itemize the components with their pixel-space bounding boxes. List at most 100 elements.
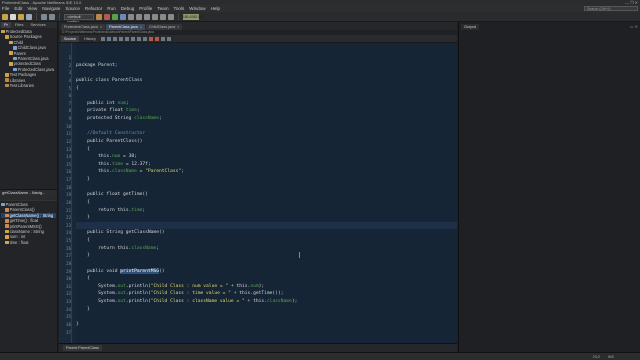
toggle-highlight-icon[interactable] [130, 36, 135, 41]
line-number[interactable]: 33 [59, 298, 71, 306]
code-line[interactable]: 22 } [66, 214, 457, 222]
menu-edit[interactable]: Edit [14, 6, 22, 11]
back-icon[interactable] [106, 36, 111, 41]
line-number[interactable]: 34 [59, 306, 71, 314]
tab-services[interactable]: Services [27, 22, 48, 28]
new-file-icon[interactable] [10, 13, 16, 20]
tab-output[interactable]: Output [461, 24, 480, 30]
line-number[interactable]: 31 [59, 283, 71, 291]
debug-icon[interactable] [120, 13, 126, 20]
line-number[interactable]: 1 [59, 54, 71, 62]
run-icon[interactable] [112, 13, 118, 20]
line-number[interactable]: 28 [59, 260, 71, 268]
continue-icon[interactable] [160, 13, 166, 20]
line-number[interactable]: 5 [59, 85, 71, 93]
line-number[interactable]: 2 [59, 62, 71, 70]
menu-file[interactable]: File [2, 6, 9, 11]
code-line[interactable]: 29 public void printParentMSG() [66, 268, 457, 276]
last-edit-icon[interactable] [100, 36, 105, 41]
menu-navigate[interactable]: Navigate [42, 6, 60, 11]
code-line[interactable]: 33 System.out.println("Child Class : cla… [66, 298, 457, 306]
code-area[interactable]: 1 2 package Parent; 3 4 public class ParentCl… [66, 54, 457, 336]
search-input[interactable]: Search (Ctrl+I) [584, 6, 638, 11]
code-line[interactable]: 3 [69, 69, 457, 77]
tab-history[interactable]: History [81, 36, 99, 42]
code-line[interactable]: 28 [66, 260, 457, 268]
line-number[interactable]: 21 [59, 207, 71, 215]
line-number[interactable]: 16 [59, 168, 71, 176]
line-number[interactable]: 27 [59, 252, 71, 260]
menu-help[interactable]: Help [211, 6, 220, 11]
line-number[interactable]: 29 [59, 268, 71, 276]
line-number[interactable]: 12 [59, 138, 71, 146]
memory-indicator[interactable]: 185.4/363.0MB [183, 13, 205, 20]
line-number[interactable]: 11 [59, 130, 71, 138]
menu-view[interactable]: View [27, 6, 37, 11]
clean-build-icon[interactable] [104, 13, 110, 20]
line-number[interactable]: 18 [59, 184, 71, 192]
menu-tools[interactable]: Tools [174, 6, 185, 11]
code-line[interactable]: 26 return this.className; [66, 245, 457, 253]
pause-icon[interactable] [152, 13, 158, 20]
menu-source[interactable]: Source [65, 6, 80, 11]
macro-stop-icon[interactable] [154, 36, 159, 41]
line-number[interactable]: 4 [59, 77, 71, 85]
code-line[interactable]: 4 public class ParentClass [69, 77, 457, 85]
line-number[interactable]: 3 [59, 69, 71, 77]
code-line[interactable]: 11 //Default Constructor [66, 130, 457, 138]
code-line[interactable]: 8 private float time; [69, 107, 457, 115]
code-line[interactable]: 12 public ParentClass() [66, 138, 457, 146]
redo-icon[interactable] [49, 13, 55, 20]
menu-window[interactable]: Window [189, 6, 205, 11]
code-line[interactable]: 15 this.time = 12.37f; [66, 161, 457, 169]
uncomment-icon[interactable] [166, 36, 171, 41]
close-icon[interactable]: × [140, 25, 142, 29]
code-line[interactable]: 14 this.num = 30; [66, 153, 457, 161]
code-line[interactable]: 16 this.className = "ParentClass"; [66, 168, 457, 176]
code-line[interactable]: 30 { [66, 275, 457, 283]
shift-left-icon[interactable] [136, 36, 141, 41]
tab-projects[interactable]: Pr [1, 22, 11, 28]
menu-debug[interactable]: Debug [121, 6, 135, 11]
tree-item[interactable]: Test Libraries [1, 83, 56, 88]
save-all-icon[interactable] [26, 13, 32, 20]
line-number[interactable]: 35 [59, 313, 71, 321]
profile-icon[interactable] [128, 13, 134, 20]
step-over-icon[interactable] [168, 13, 174, 20]
line-number[interactable]: 14 [59, 153, 71, 161]
code-line[interactable]: 20 { [66, 199, 457, 207]
code-line[interactable]: 1 [69, 54, 457, 62]
close-icon[interactable]: × [100, 25, 102, 29]
find-previous-icon[interactable] [118, 36, 123, 41]
tab-files[interactable]: Files [12, 22, 26, 28]
config-select[interactable]: <default config> [64, 13, 94, 24]
line-number[interactable]: 15 [59, 161, 71, 169]
line-number[interactable]: 6 [59, 92, 71, 100]
open-project-icon[interactable] [18, 13, 24, 20]
code-line[interactable]: 35 [66, 313, 457, 321]
code-line[interactable]: 2 package Parent; [69, 62, 457, 70]
menu-run[interactable]: Run [107, 6, 115, 11]
line-number[interactable]: 9 [59, 115, 71, 123]
code-line[interactable]: 32 System.out.println("Child Class : tim… [66, 290, 457, 298]
line-number[interactable]: 36 [59, 321, 71, 329]
line-number[interactable]: 22 [59, 214, 71, 222]
code-line[interactable]: 24 public String getClassName() [66, 229, 457, 237]
code-line[interactable]: 27 } [66, 252, 457, 260]
code-line[interactable]: 17 } [66, 176, 457, 184]
code-editor[interactable]: 1 2 package Parent; 3 4 public class ParentCl… [59, 43, 457, 343]
line-number[interactable]: 19 [59, 191, 71, 199]
code-line[interactable]: 9 protected String className; [69, 115, 457, 123]
code-line[interactable]: 6 [69, 92, 457, 100]
find-next-icon[interactable] [124, 36, 129, 41]
line-number[interactable]: 7 [59, 100, 71, 108]
code-line[interactable]: 13 { [66, 146, 457, 154]
code-line[interactable]: 31 System.out.println("Child Class : num… [66, 283, 457, 291]
line-number[interactable]: 32 [59, 290, 71, 298]
undo-icon[interactable] [41, 13, 47, 20]
new-project-icon[interactable] [2, 13, 8, 20]
code-line[interactable]: 10 [66, 123, 457, 131]
line-number[interactable]: 25 [59, 237, 71, 245]
code-line[interactable]: 7 public int num; [69, 100, 457, 108]
code-line[interactable]: 23 [66, 221, 457, 230]
